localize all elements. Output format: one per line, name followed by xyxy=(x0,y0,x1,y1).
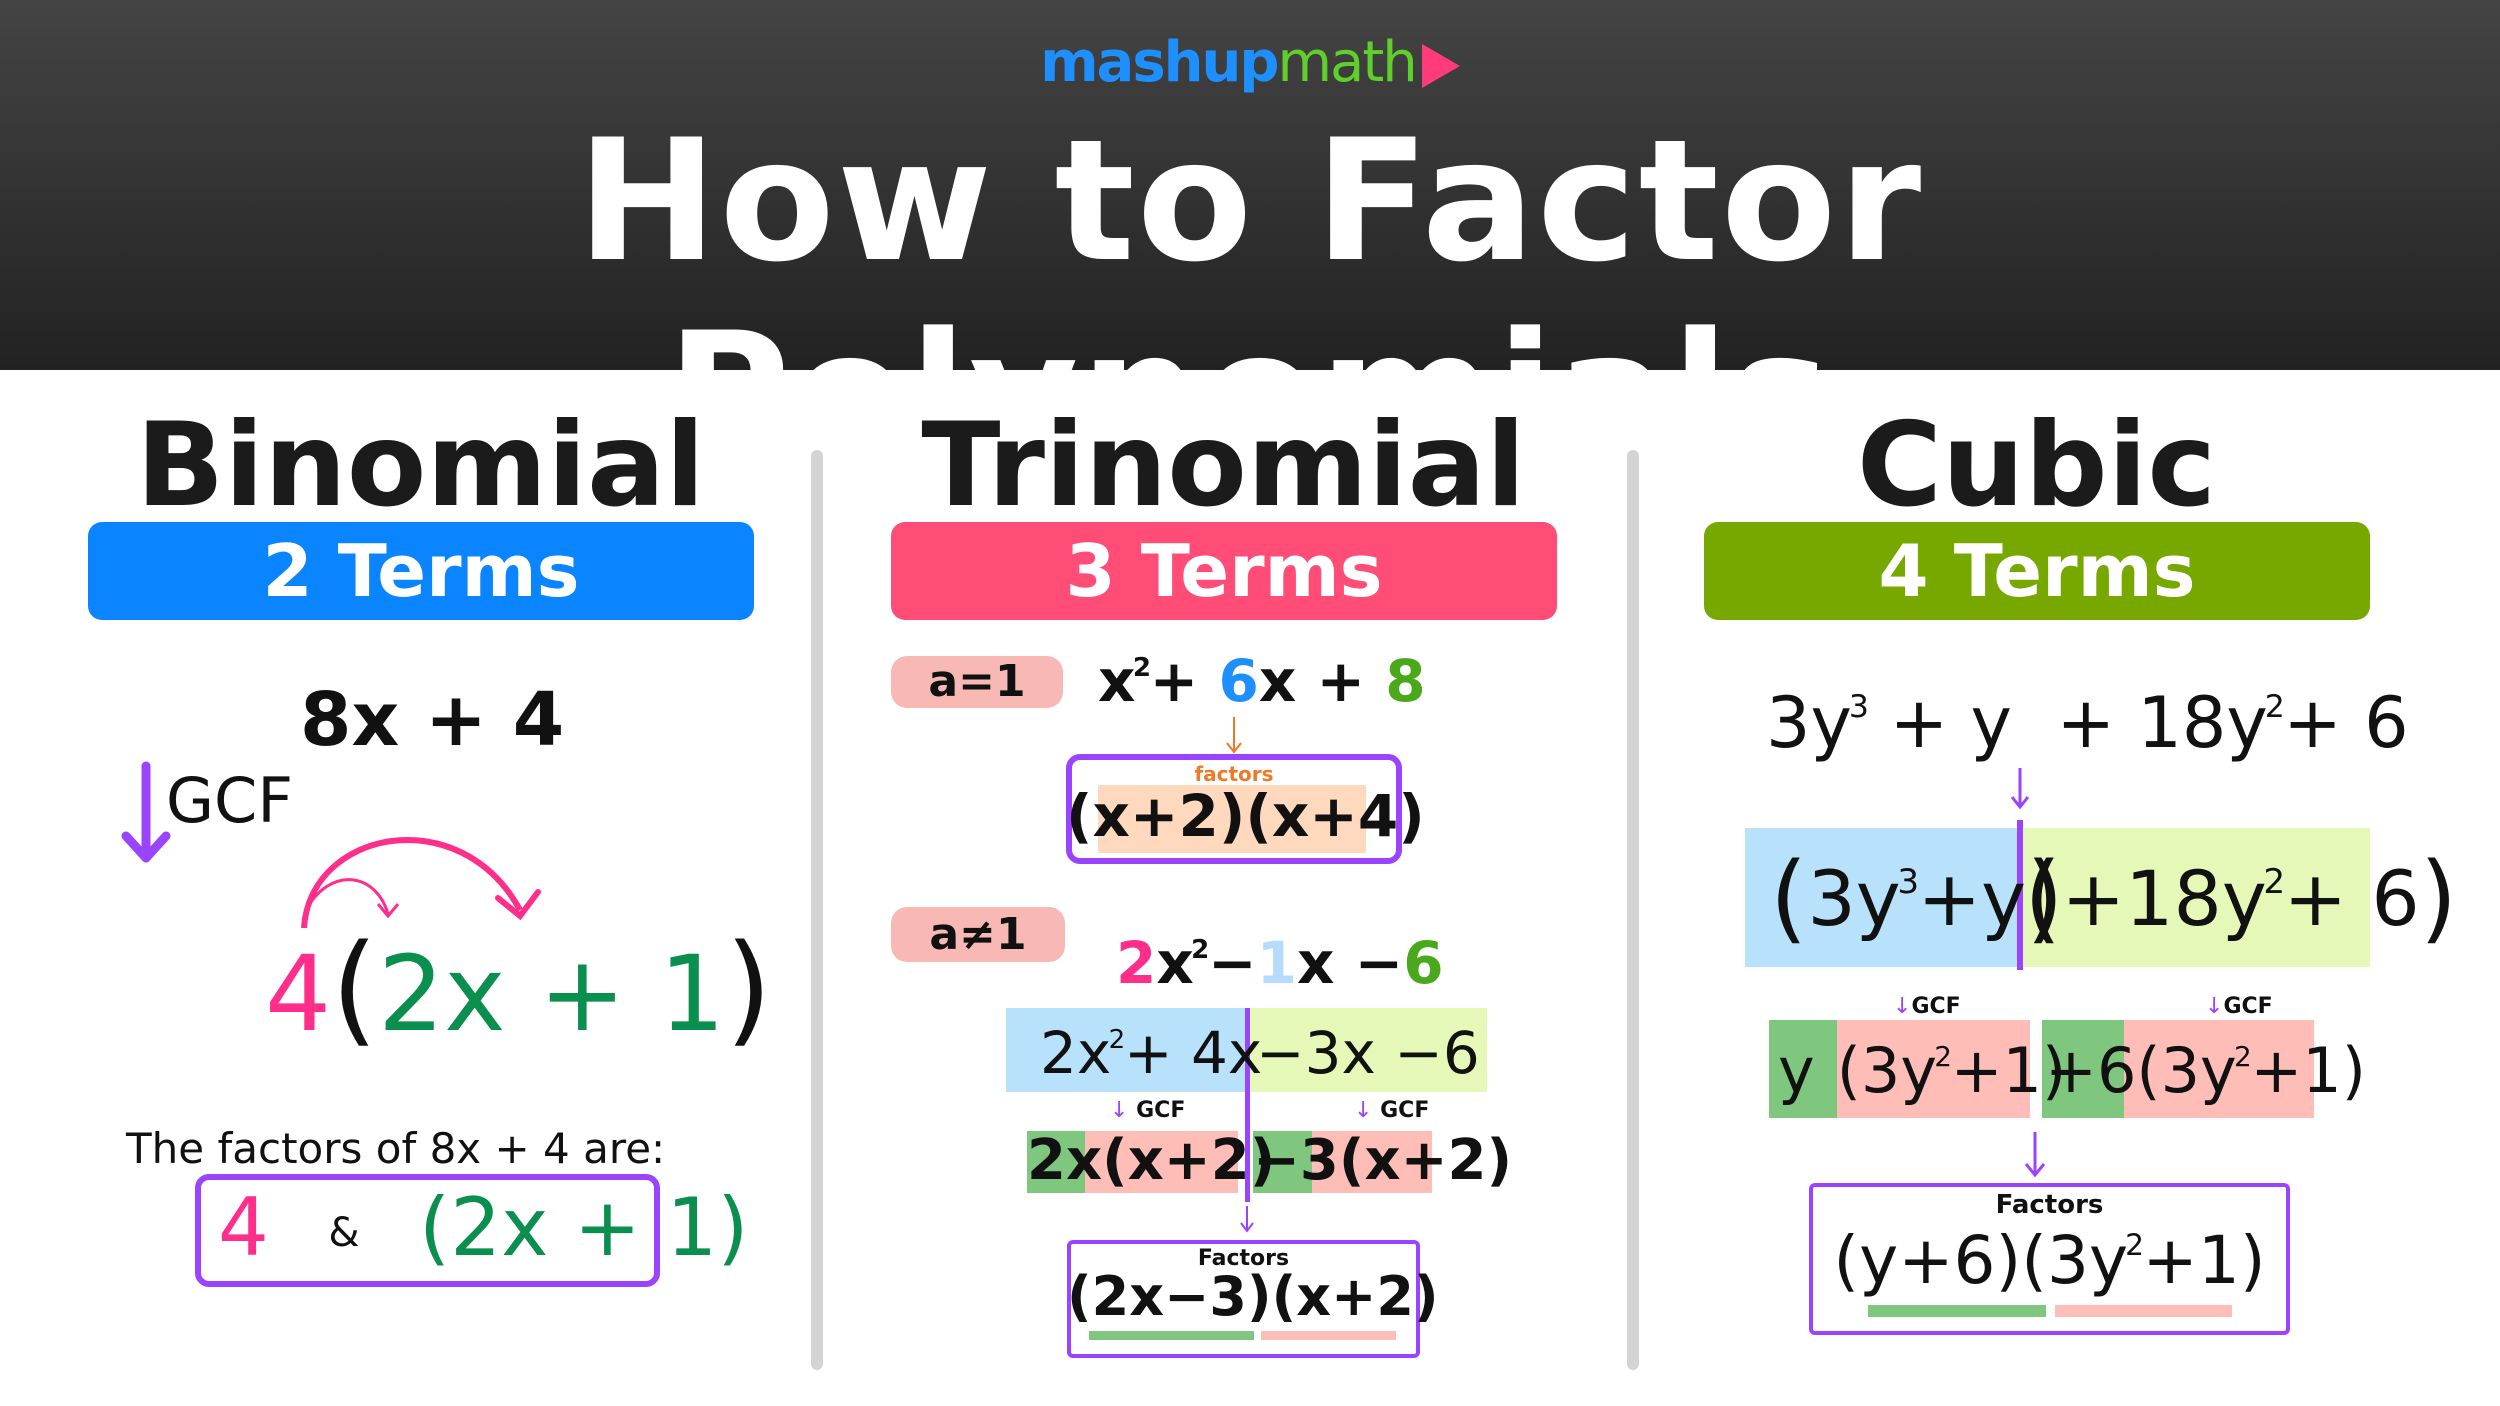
down-arrow-icon xyxy=(2010,768,2030,810)
binomial-answer: 4 & (2x + 1) xyxy=(218,1181,749,1274)
column-divider xyxy=(1627,450,1639,1370)
split-right-terms: −3x −6 xyxy=(1256,1019,1480,1087)
cubic-group-left-factored: y (3y2+1) xyxy=(1778,1034,2067,1107)
remaining-factor: 2x + 1 xyxy=(378,933,726,1055)
first-factor-underline xyxy=(1868,1305,2046,1317)
gcf-label: GCF xyxy=(166,764,293,837)
gcf-factor: 4 xyxy=(265,933,332,1055)
factors-label: Factors xyxy=(1995,1190,2104,1220)
gcf-hint-left: ↓GCF xyxy=(1893,994,1961,1019)
logo-math-text: math xyxy=(1277,30,1417,95)
binomial-terms-badge: 2 Terms xyxy=(88,522,754,620)
cubic-expression: 3y3 + y + 18y2+ 6 xyxy=(1766,682,2409,764)
group-right-factored: −3(x+2) xyxy=(1253,1128,1513,1193)
down-arrow-icon xyxy=(1240,1206,1254,1233)
binomial-expression: 8x + 4 xyxy=(300,677,565,763)
binomial-factored-form: 4(2x + 1) xyxy=(265,920,772,1059)
down-arrow-icon: ↓ xyxy=(1893,994,1912,1019)
gcf-hint-right: ↓ GCF xyxy=(1354,1098,1430,1123)
split-left-terms: 2x2+ 4x xyxy=(1040,1019,1263,1087)
group-left-factored: 2x(x+2) xyxy=(1027,1128,1276,1193)
logo-mashup-text: mashup xyxy=(1040,30,1279,95)
trinomial-factors: (2x−3)(x+2) xyxy=(1067,1265,1439,1328)
down-arrow-icon: ↓ xyxy=(2205,994,2224,1019)
cubic-split-left: (3y3+y) xyxy=(1770,842,2064,954)
mashupmath-logo: mashupmath xyxy=(0,30,2500,95)
distribute-arrows-icon xyxy=(301,836,541,929)
cubic-factors: (y+6)(3y2+1) xyxy=(1833,1222,2266,1299)
case-a-equals-1-label: a=1 xyxy=(891,656,1063,708)
cubic-split-right: (+18y2+ 6) xyxy=(2024,842,2458,954)
binomial-conclusion: The factors of 8x + 4 are: xyxy=(126,1124,666,1173)
second-factor-underline xyxy=(1261,1331,1396,1340)
binomial-title: Binomial xyxy=(135,398,706,533)
second-factor-underline xyxy=(2055,1305,2232,1317)
cubic-terms-badge: 4 Terms xyxy=(1704,522,2370,620)
trinomial-a-not-1-expression: 2x2−1x −6 xyxy=(1116,929,1444,997)
trinomial-a1-factors: (x+2)(x+4) xyxy=(1066,782,1425,850)
down-arrow-icon: ↓ xyxy=(1354,1098,1373,1123)
cubic-title: Cubic xyxy=(1856,398,2217,533)
gcf-hint-right: ↓GCF xyxy=(2205,994,2273,1019)
trinomial-terms-badge: 3 Terms xyxy=(891,522,1557,620)
down-arrow-icon xyxy=(2024,1132,2046,1178)
column-divider xyxy=(811,450,823,1370)
cubic-group-right-factored: +6(3y2+1) xyxy=(2045,1034,2366,1107)
down-arrow-icon xyxy=(1226,717,1242,754)
first-factor-underline xyxy=(1089,1331,1254,1340)
case-a-not-1-label: a≠1 xyxy=(891,907,1065,962)
trinomial-title: Trinomial xyxy=(921,398,1526,533)
trinomial-a1-expression: x2+ 6x + 8 xyxy=(1098,647,1426,715)
down-arrow-icon: ↓ xyxy=(1110,1098,1129,1123)
gcf-hint-left: ↓ GCF xyxy=(1110,1098,1186,1123)
play-triangle-icon xyxy=(1421,43,1460,88)
